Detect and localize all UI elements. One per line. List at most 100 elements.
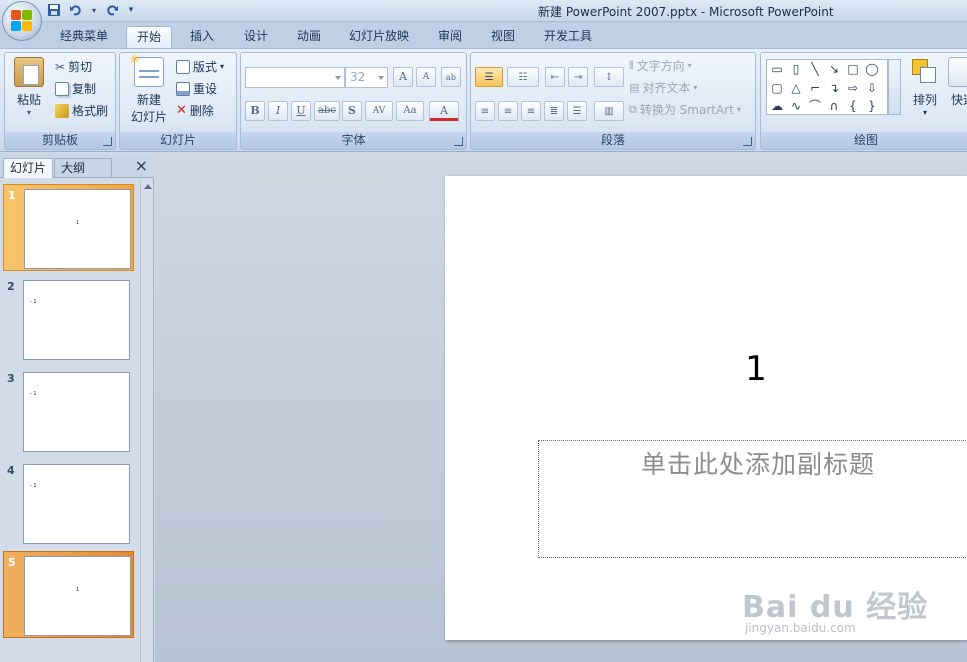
reset-label: 重设 (193, 82, 218, 96)
increase-indent-button[interactable]: ⇥ (568, 67, 588, 87)
decrease-indent-button[interactable]: ⇤ (545, 67, 565, 87)
quick-styles-button[interactable]: 快速 (945, 57, 967, 108)
oval-shape-icon[interactable]: ◯ (865, 63, 879, 75)
strikethrough-button[interactable]: abc (314, 101, 340, 121)
thumbnails-scrollbar[interactable] (140, 180, 153, 662)
slide-thumbnail-1[interactable]: 1 1 (3, 184, 134, 271)
paste-button[interactable]: 粘贴 ▾ (11, 57, 47, 117)
tab-design[interactable]: 设计 (234, 26, 278, 48)
tab-outline-panel[interactable]: 大纲 (54, 158, 112, 178)
slide-thumbnail-3[interactable]: 3 - 1 (3, 368, 134, 455)
cloud-shape-icon[interactable]: ☁ (770, 100, 784, 112)
font-size-combo[interactable]: 32 (345, 67, 388, 88)
freeform-shape-icon[interactable]: ∿ (789, 100, 803, 112)
paragraph-launcher-icon[interactable] (743, 137, 752, 146)
slide-number: 3 (7, 372, 15, 385)
tab-home[interactable]: 开始 (126, 26, 172, 48)
subtitle-placeholder[interactable]: 单击此处添加副标题 (538, 440, 967, 558)
justify-button[interactable]: ≣ (544, 101, 564, 121)
rounded-rect-shape-icon[interactable]: ▢ (770, 82, 784, 94)
tab-classic-menu[interactable]: 经典菜单 (52, 26, 116, 48)
arrange-button[interactable]: 排列 ▾ (907, 57, 943, 117)
scroll-up-icon[interactable] (144, 184, 152, 189)
slide-title[interactable]: 1 (445, 349, 967, 389)
redo-icon[interactable] (104, 2, 120, 18)
columns-button[interactable]: ▥ (594, 101, 624, 121)
shadow-button[interactable]: S (342, 101, 362, 121)
distributed-button[interactable]: ☰ (567, 101, 587, 121)
format-painter-button[interactable]: 格式刷 (55, 102, 108, 119)
customize-icon[interactable]: ▾ (126, 2, 136, 18)
tab-slides-panel[interactable]: 幻灯片 (3, 158, 54, 178)
save-icon[interactable] (46, 2, 62, 18)
bold-icon: B (250, 104, 260, 117)
left-brace-shape-icon[interactable]: { (846, 100, 860, 112)
numbering-button[interactable]: ☷ (507, 67, 539, 87)
align-center-button[interactable]: ≡ (498, 101, 518, 121)
shapes-gallery-scroll[interactable] (888, 59, 901, 115)
elbow-arrow-shape-icon[interactable]: ↴ (827, 82, 841, 94)
arrange-label: 排列 (912, 93, 937, 107)
down-arrow-shape-icon[interactable]: ⇩ (865, 82, 879, 94)
quick-access-toolbar: ▾ ▾ (46, 2, 136, 18)
line-spacing-button[interactable]: ↕ (594, 67, 624, 87)
right-brace-shape-icon[interactable]: } (865, 100, 879, 112)
triangle-shape-icon[interactable]: △ (789, 82, 803, 94)
layout-icon (176, 59, 190, 74)
undo-dropdown-icon[interactable]: ▾ (90, 2, 98, 18)
align-text-button[interactable]: ▤ 对齐文本 ▾ (629, 79, 697, 96)
bullets-button[interactable]: ☰ (475, 67, 503, 87)
undo-icon[interactable] (68, 2, 84, 18)
textbox-shape-icon[interactable]: ▭ (770, 63, 784, 75)
new-slide-button[interactable]: ✳ 新建 幻灯片 (124, 53, 174, 125)
reset-button[interactable]: 重设 (176, 80, 217, 97)
shapes-gallery[interactable]: ▭ ▯ ╲ ↘ □ ◯ ▢ △ ⌐ ↴ ⇨ ⇩ ☁ ∿ ⌒ ∩ { } (766, 59, 888, 115)
text-direction-button[interactable]: ⫴ 文字方向 ▾ (629, 57, 692, 74)
layout-label: 版式 (193, 60, 218, 74)
slides-group-label: 幻灯片 (120, 132, 236, 149)
layout-button[interactable]: 版式 ▾ (176, 58, 224, 75)
arrow-shape-icon[interactable]: ↘ (827, 63, 841, 75)
tab-review[interactable]: 审阅 (428, 26, 472, 48)
line-shape-icon[interactable]: ╲ (808, 63, 822, 75)
convert-smartart-button[interactable]: ⧉ 转换为 SmartArt ▾ (629, 101, 741, 118)
italic-button[interactable]: I (268, 101, 288, 121)
clear-formatting-button[interactable]: ab (441, 67, 461, 87)
underline-button[interactable]: U (291, 101, 311, 121)
slide-thumbnail-5[interactable]: 5 1 (3, 551, 134, 638)
delete-icon: ✕ (176, 103, 187, 118)
right-arrow-shape-icon[interactable]: ⇨ (846, 82, 860, 94)
cut-button[interactable]: ✂ 剪切 (55, 58, 92, 75)
curve-shape-icon[interactable]: ⌒ (808, 100, 822, 112)
align-right-button[interactable]: ≡ (521, 101, 541, 121)
slide-thumbnail-4[interactable]: 4 - 1 (3, 460, 134, 547)
font-name-combo[interactable] (245, 67, 345, 88)
close-panel-icon[interactable]: × (135, 156, 148, 175)
delete-button[interactable]: ✕ 删除 (176, 102, 214, 119)
rectangle-shape-icon[interactable]: □ (846, 63, 860, 75)
font-color-button[interactable]: A (429, 101, 459, 121)
clipboard-launcher-icon[interactable] (103, 137, 112, 146)
font-launcher-icon[interactable] (454, 137, 463, 146)
align-left-button[interactable]: ≡ (475, 101, 495, 121)
paste-dropdown-icon[interactable]: ▾ (11, 108, 47, 117)
tab-developer[interactable]: 开发工具 (538, 26, 598, 48)
slide-thumbnail-2[interactable]: 2 - 1 (3, 276, 134, 363)
arrange-icon (910, 57, 940, 87)
shrink-font-icon: A (422, 72, 430, 82)
character-spacing-button[interactable]: AV (365, 101, 393, 121)
elbow-connector-shape-icon[interactable]: ⌐ (808, 82, 822, 94)
office-button[interactable] (2, 1, 42, 41)
tab-view[interactable]: 视图 (481, 26, 525, 48)
current-slide[interactable]: 1 单击此处添加副标题 (445, 176, 967, 640)
tab-animations[interactable]: 动画 (287, 26, 331, 48)
change-case-button[interactable]: Aa (396, 101, 424, 121)
arc-shape-icon[interactable]: ∩ (827, 100, 841, 112)
vertical-textbox-shape-icon[interactable]: ▯ (789, 63, 803, 75)
tab-insert[interactable]: 插入 (180, 26, 224, 48)
grow-font-button[interactable]: A (393, 67, 413, 87)
shrink-font-button[interactable]: A (416, 67, 436, 87)
tab-slide-show[interactable]: 幻灯片放映 (343, 26, 415, 48)
bold-button[interactable]: B (245, 101, 265, 121)
copy-button[interactable]: 复制 (55, 80, 96, 97)
